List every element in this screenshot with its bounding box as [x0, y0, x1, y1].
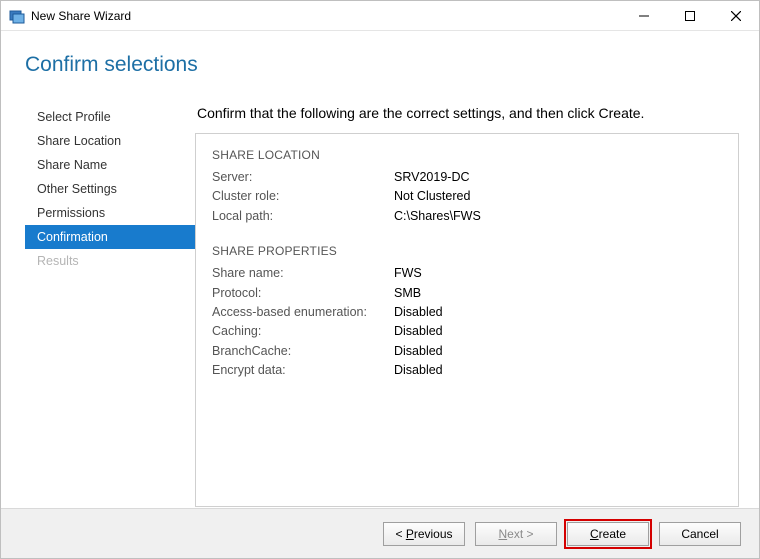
section-share-properties: SHARE PROPERTIES Share name: FWS Protoco…	[212, 244, 722, 380]
row-server: Server: SRV2019-DC	[212, 168, 722, 187]
app-icon	[9, 8, 25, 24]
close-button[interactable]	[713, 1, 759, 30]
step-select-profile[interactable]: Select Profile	[25, 105, 195, 129]
row-protocol: Protocol: SMB	[212, 284, 722, 303]
button-bar: < Previous Next > Create Cancel	[1, 508, 759, 558]
next-hotkey: N	[498, 527, 507, 541]
summary-panel: SHARE LOCATION Server: SRV2019-DC Cluste…	[195, 133, 739, 507]
wizard-steps: Select Profile Share Location Share Name…	[25, 105, 195, 507]
label-share-name: Share name:	[212, 264, 394, 283]
section-share-location: SHARE LOCATION Server: SRV2019-DC Cluste…	[212, 148, 722, 226]
previous-hotkey: P	[406, 527, 414, 541]
row-caching: Caching: Disabled	[212, 322, 722, 341]
label-local-path: Local path:	[212, 207, 394, 226]
value-server: SRV2019-DC	[394, 168, 470, 187]
step-other-settings[interactable]: Other Settings	[25, 177, 195, 201]
create-button[interactable]: Create	[567, 522, 649, 546]
value-share-name: FWS	[394, 264, 422, 283]
step-results: Results	[25, 249, 195, 273]
row-branchcache: BranchCache: Disabled	[212, 342, 722, 361]
value-encrypt: Disabled	[394, 361, 443, 380]
value-abe: Disabled	[394, 303, 443, 322]
maximize-button[interactable]	[667, 1, 713, 30]
next-rest: ext >	[507, 527, 533, 541]
row-share-name: Share name: FWS	[212, 264, 722, 283]
create-rest: reate	[599, 527, 626, 541]
row-local-path: Local path: C:\Shares\FWS	[212, 207, 722, 226]
step-share-location[interactable]: Share Location	[25, 129, 195, 153]
next-button: Next >	[475, 522, 557, 546]
value-caching: Disabled	[394, 322, 443, 341]
step-permissions[interactable]: Permissions	[25, 201, 195, 225]
previous-rest: revious	[414, 527, 453, 541]
label-server: Server:	[212, 168, 394, 187]
row-abe: Access-based enumeration: Disabled	[212, 303, 722, 322]
window-controls	[621, 1, 759, 30]
minimize-button[interactable]	[621, 1, 667, 30]
cancel-button[interactable]: Cancel	[659, 522, 741, 546]
titlebar: New Share Wizard	[1, 1, 759, 31]
create-hotkey: C	[590, 527, 599, 541]
step-share-name[interactable]: Share Name	[25, 153, 195, 177]
window-title: New Share Wizard	[31, 9, 131, 23]
label-abe: Access-based enumeration:	[212, 303, 394, 322]
previous-button[interactable]: < Previous	[383, 522, 465, 546]
row-encrypt: Encrypt data: Disabled	[212, 361, 722, 380]
main-content: Confirm that the following are the corre…	[195, 105, 739, 507]
section-title-properties: SHARE PROPERTIES	[212, 244, 722, 258]
value-local-path: C:\Shares\FWS	[394, 207, 481, 226]
label-cluster-role: Cluster role:	[212, 187, 394, 206]
value-branchcache: Disabled	[394, 342, 443, 361]
section-title-location: SHARE LOCATION	[212, 148, 722, 162]
label-caching: Caching:	[212, 322, 394, 341]
label-branchcache: BranchCache:	[212, 342, 394, 361]
value-protocol: SMB	[394, 284, 421, 303]
instruction-text: Confirm that the following are the corre…	[197, 105, 739, 121]
label-encrypt: Encrypt data:	[212, 361, 394, 380]
page-title: Confirm selections	[1, 31, 759, 77]
previous-prefix: <	[395, 527, 405, 541]
value-cluster-role: Not Clustered	[394, 187, 470, 206]
step-confirmation[interactable]: Confirmation	[25, 225, 195, 249]
row-cluster-role: Cluster role: Not Clustered	[212, 187, 722, 206]
label-protocol: Protocol:	[212, 284, 394, 303]
